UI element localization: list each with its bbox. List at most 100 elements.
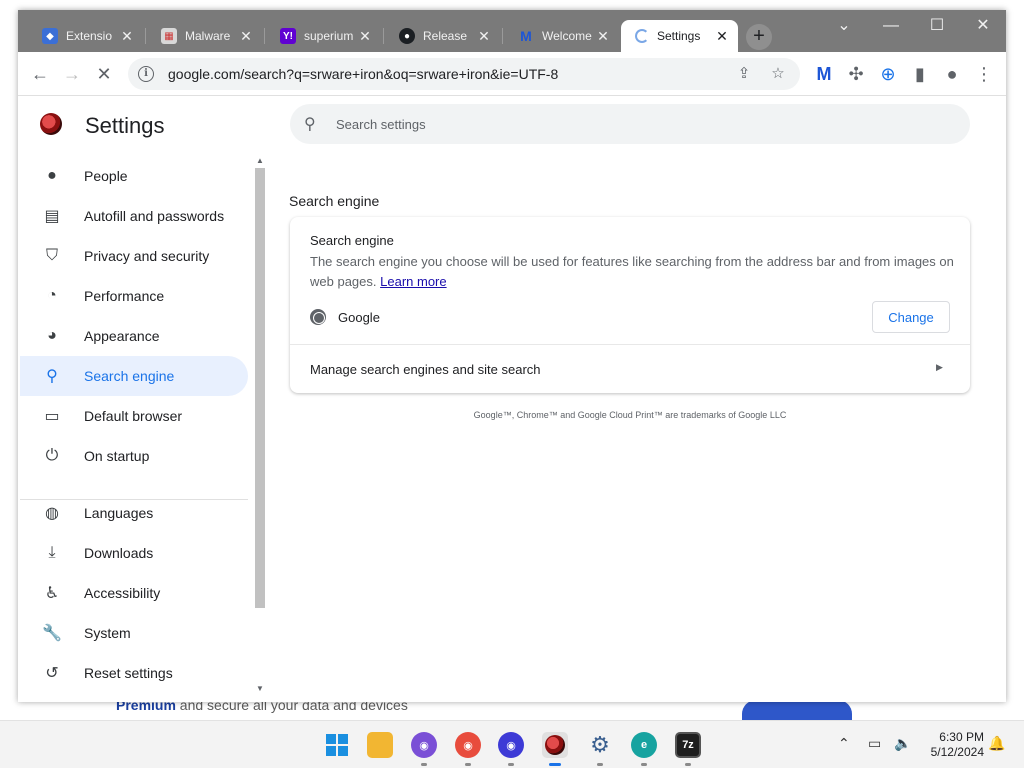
sidebar-item-search-engine[interactable]: ⚲ Search engine <box>20 356 248 396</box>
reset-icon: ↺ <box>45 665 59 682</box>
back-button[interactable]: ← <box>26 60 54 88</box>
sidebar-item-label: Autofill and passwords <box>84 208 225 224</box>
sidebar-item-autofill[interactable]: ▤ Autofill and passwords <box>20 196 248 236</box>
taskbar: ◉ ◉ ◉ ⚙ e 7z ⌃ ▭ 🔈 6:30 PM 5/12/2024 🔔 <box>0 720 1024 768</box>
speedometer-icon: ◔ <box>47 287 57 304</box>
edge-icon[interactable]: e <box>631 732 657 758</box>
close-icon[interactable]: ✕ <box>714 28 730 45</box>
puzzle-icon: ◆ <box>42 28 58 44</box>
search-icon: ⚲ <box>46 368 58 385</box>
windows-start-icon[interactable] <box>324 732 350 758</box>
current-engine-name: Google <box>338 310 380 325</box>
tab-malware[interactable]: ▦ Malware ✕ <box>147 20 262 52</box>
tab-superium[interactable]: Y! superium ✕ <box>266 20 381 52</box>
loading-spinner-icon <box>635 29 649 43</box>
section-heading: Search engine <box>289 193 380 209</box>
clock-date: 5/12/2024 <box>930 745 984 759</box>
sidebar-item-performance[interactable]: ◔ Performance <box>20 276 248 316</box>
clock-time: 6:30 PM <box>939 730 984 744</box>
running-indicator <box>641 763 647 766</box>
shield-icon: ⛉ <box>45 247 58 264</box>
tab-separator <box>383 28 384 44</box>
settings-search-input[interactable] <box>336 116 896 132</box>
close-icon[interactable]: ✕ <box>238 28 254 45</box>
clipboard-icon: ▤ <box>44 208 60 225</box>
tab-search-button[interactable]: ⌄ <box>821 10 867 42</box>
power-icon: ⏻ <box>45 447 59 464</box>
close-window-button[interactable]: ✕ <box>960 10 1006 42</box>
notification-bell-icon[interactable]: 🔔 <box>988 735 1005 752</box>
browser-app-icon[interactable]: ◉ <box>411 732 437 758</box>
learn-more-link[interactable]: Learn more <box>380 274 446 289</box>
download-status-icon[interactable]: ⊕ <box>874 60 902 88</box>
stop-loading-button[interactable]: ✕ <box>90 60 118 88</box>
new-tab-button[interactable]: + <box>746 24 772 50</box>
profile-icon[interactable]: ● <box>938 60 966 88</box>
scrollbar-thumb[interactable] <box>255 168 265 608</box>
running-indicator <box>508 763 514 766</box>
card-description: The search engine you choose will be use… <box>310 252 960 292</box>
sevenzip-icon[interactable]: 7z <box>675 732 701 758</box>
sidebar-item-downloads[interactable]: ⤓ Downloads <box>20 533 248 573</box>
sidebar-item-system[interactable]: 🔧 System <box>20 613 248 653</box>
close-icon[interactable]: ✕ <box>595 28 611 45</box>
sidebar-item-people[interactable]: ● People <box>20 156 248 196</box>
minimize-button[interactable]: — <box>868 10 914 42</box>
site-info-icon[interactable]: i <box>138 66 154 82</box>
file-explorer-icon[interactable] <box>367 732 393 758</box>
globe-icon: ◍ <box>45 505 59 522</box>
share-icon[interactable]: ⇪ <box>734 64 754 84</box>
browser-logo-icon <box>40 113 62 135</box>
tab-extensions[interactable]: ◆ Extensio ✕ <box>28 20 143 52</box>
chevron-up-icon[interactable]: ⌃ <box>838 735 850 752</box>
sidebar-item-reset-settings[interactable]: ↺ Reset settings <box>20 653 248 693</box>
trademark-notice: Google™, Chrome™ and Google Cloud Print™… <box>473 410 787 420</box>
bookmark-star-icon[interactable]: ☆ <box>768 64 788 84</box>
settings-sidebar: ● People ▤ Autofill and passwords ⛉ Priv… <box>18 154 266 702</box>
settings-search[interactable]: ⚲ <box>290 104 970 144</box>
extensions-puzzle-icon[interactable]: ✣ <box>842 60 870 88</box>
sidebar-item-appearance[interactable]: ◕ Appearance <box>20 316 248 356</box>
tab-settings[interactable]: Settings ✕ <box>621 20 738 52</box>
browser-window-icon: ▭ <box>44 408 60 425</box>
change-engine-button[interactable]: Change <box>872 301 950 333</box>
running-indicator <box>685 763 691 766</box>
sidebar-item-default-browser[interactable]: ▭ Default browser <box>20 396 248 436</box>
system-clock[interactable]: 6:30 PM 5/12/2024 <box>920 730 984 760</box>
palette-icon: ◕ <box>47 327 57 344</box>
forward-button[interactable]: → <box>58 60 86 88</box>
sidebar-item-languages[interactable]: ◍ Languages <box>20 493 248 533</box>
search-icon: ⚲ <box>304 116 316 133</box>
srware-iron-icon[interactable] <box>542 732 568 758</box>
malwarebytes-extension-icon[interactable]: M <box>810 60 838 88</box>
close-icon[interactable]: ✕ <box>119 28 135 45</box>
browser-toolbar: ← → ✕ i google.com/search?q=srware+iron&… <box>18 52 1006 96</box>
browser-app-icon[interactable]: ◉ <box>498 732 524 758</box>
side-panel-icon[interactable]: ▮ <box>906 60 934 88</box>
search-engine-card: Search engine The search engine you choo… <box>290 217 970 393</box>
address-url[interactable]: google.com/search?q=srware+iron&oq=srwar… <box>168 66 558 82</box>
browser-app-icon[interactable]: ◉ <box>455 732 481 758</box>
sidebar-item-privacy[interactable]: ⛉ Privacy and security <box>20 236 248 276</box>
tab-separator <box>502 28 503 44</box>
manage-search-engines-label: Manage search engines and site search <box>310 362 541 377</box>
scroll-down-arrow-icon[interactable]: ▼ <box>255 684 265 694</box>
close-icon[interactable]: ✕ <box>357 28 373 45</box>
network-icon[interactable]: ▭ <box>868 735 881 752</box>
settings-gear-icon[interactable]: ⚙ <box>587 732 613 758</box>
close-icon[interactable]: ✕ <box>476 28 492 45</box>
tab-release[interactable]: ● Release ✕ <box>385 20 500 52</box>
menu-kebab-icon[interactable]: ⋮ <box>970 60 998 88</box>
tab-welcome[interactable]: M Welcome ✕ <box>504 20 619 52</box>
sidebar-item-accessibility[interactable]: ♿ Accessibility <box>20 573 248 613</box>
person-icon: ● <box>47 167 57 184</box>
sidebar-item-on-startup[interactable]: ⏻ On startup <box>20 436 248 476</box>
address-bar[interactable]: i google.com/search?q=srware+iron&oq=srw… <box>128 58 800 90</box>
manage-search-engines-row[interactable]: Manage search engines and site search ▶ <box>290 345 970 393</box>
sidebar-scrollbar[interactable]: ▲ ▼ <box>253 156 265 702</box>
sidebar-item-label: Appearance <box>84 328 160 344</box>
sidebar-item-label: System <box>84 625 131 641</box>
speaker-muted-icon[interactable]: 🔈 <box>894 735 911 752</box>
scroll-up-arrow-icon[interactable]: ▲ <box>255 156 265 166</box>
maximize-button[interactable]: ☐ <box>914 10 960 42</box>
